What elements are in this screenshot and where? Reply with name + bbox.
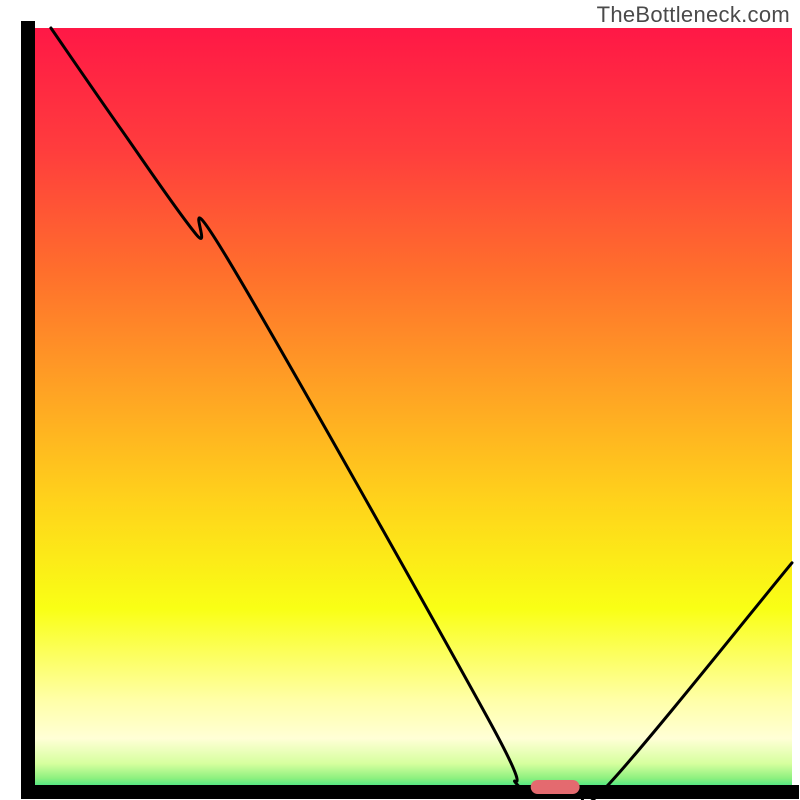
chart-svg xyxy=(0,0,800,800)
bottleneck-chart: TheBottleneck.com xyxy=(0,0,800,800)
chart-background xyxy=(28,28,792,792)
optimal-range-marker xyxy=(531,780,580,794)
watermark-text: TheBottleneck.com xyxy=(597,2,790,28)
